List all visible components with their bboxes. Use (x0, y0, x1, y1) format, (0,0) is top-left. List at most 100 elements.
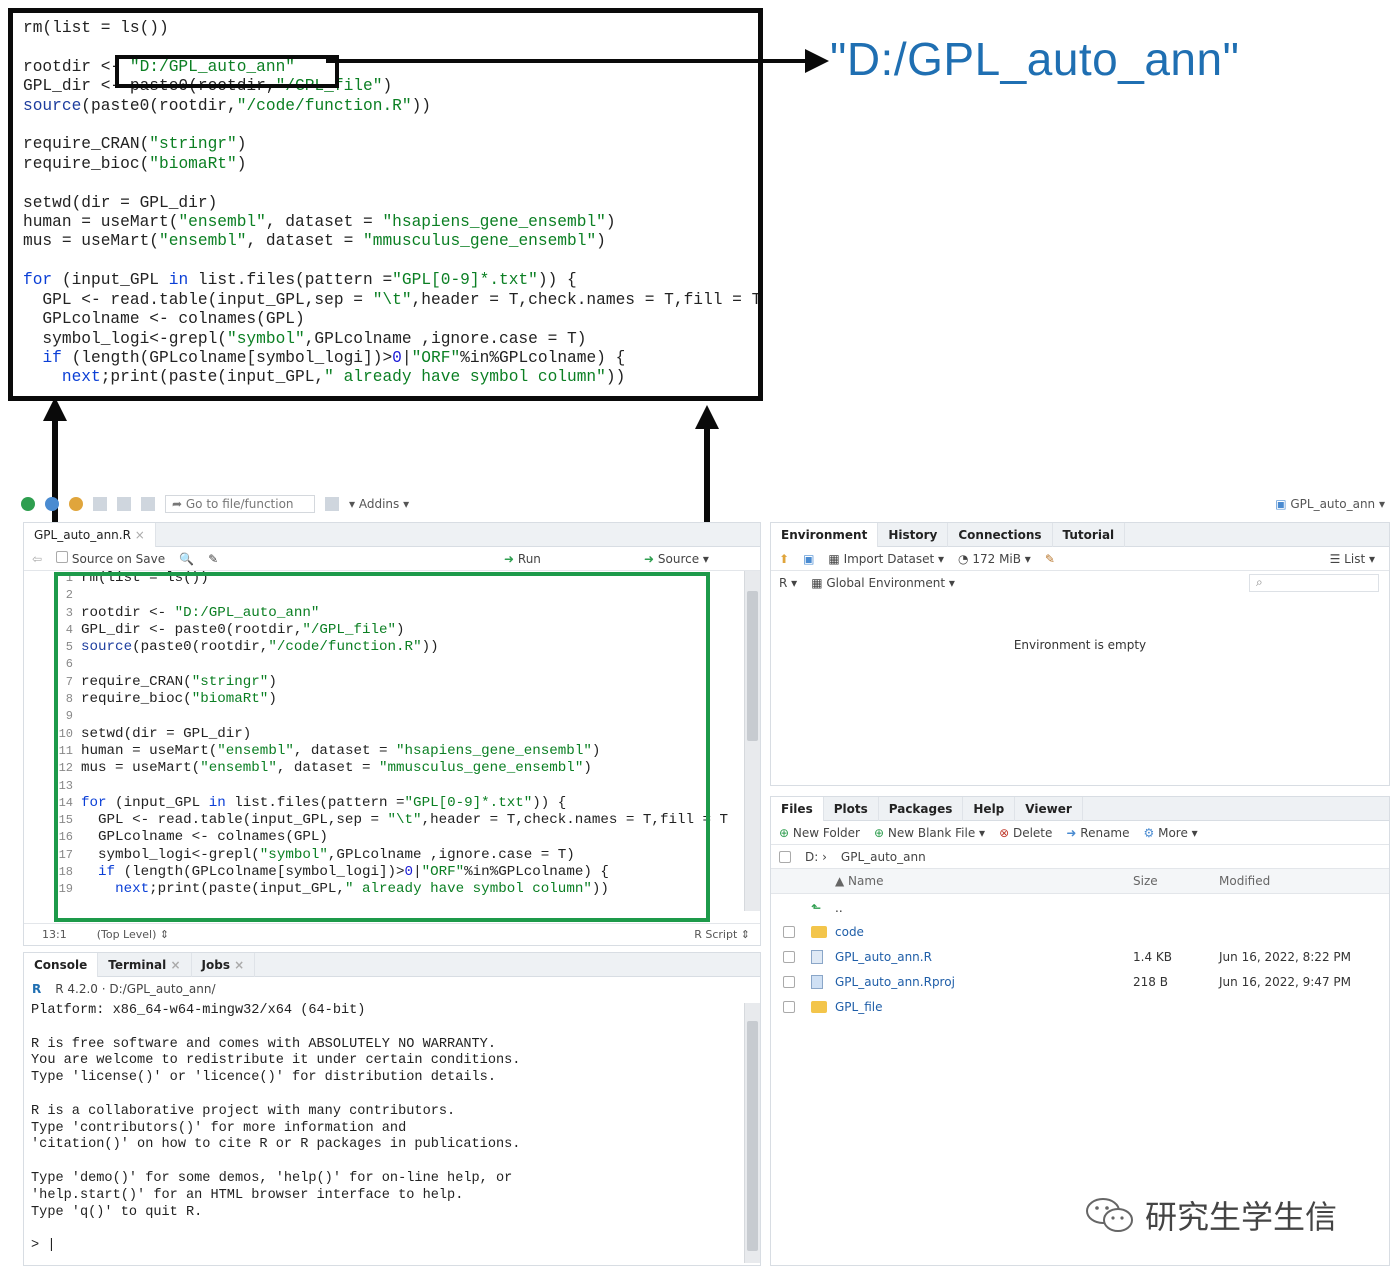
column-name[interactable]: ▲ Name (835, 874, 883, 888)
file-name-link[interactable]: GPL_auto_ann.Rproj (835, 975, 955, 989)
tab-viewer[interactable]: Viewer (1015, 796, 1083, 821)
tab-tutorial[interactable]: Tutorial (1053, 522, 1126, 547)
file-name-link[interactable]: GPL_file (835, 1000, 883, 1014)
console-scroll-thumb[interactable] (747, 1021, 758, 1251)
addins-menu[interactable]: ▾ Addins ▾ (349, 497, 409, 511)
callout-arrow-line (326, 59, 806, 63)
cursor-position: 13:1 (42, 928, 67, 941)
r-file-icon (811, 949, 823, 964)
delete-button[interactable]: ⊗ Delete (999, 826, 1052, 840)
files-tabbar: Files Plots Packages Help Viewer (771, 796, 1389, 821)
file-modified: Jun 16, 2022, 9:47 PM (1219, 974, 1351, 989)
parent-directory-link[interactable]: .. (835, 901, 843, 915)
tab-terminal[interactable]: Terminal × (98, 952, 192, 977)
row-checkbox[interactable] (783, 950, 795, 963)
goto-file-input[interactable]: ➦ Go to file/function (165, 495, 315, 513)
grid-icon[interactable] (325, 497, 339, 511)
rootdir-callout-label: "D:/GPL_auto_ann" (830, 33, 1240, 85)
new-project-icon[interactable] (45, 497, 59, 511)
row-checkbox[interactable] (783, 925, 795, 938)
column-size[interactable]: Size (1133, 874, 1158, 888)
watermark-text: 研究生学生信 (1145, 1198, 1338, 1236)
select-all-checkbox[interactable] (779, 850, 791, 863)
files-breadcrumb: D: › GPL_auto_ann (771, 845, 1389, 869)
save-icon[interactable] (93, 497, 107, 511)
environment-scope-bar: R ▾ ▦ Global Environment ▾ ⌕ (771, 571, 1389, 595)
environment-tabbar: Environment History Connections Tutorial (771, 522, 1389, 547)
more-button[interactable]: ⚙ More ▾ (1144, 826, 1198, 840)
close-icon[interactable]: × (234, 958, 244, 972)
console-scrollbar[interactable] (744, 1003, 760, 1263)
language-selector[interactable]: R ▾ (779, 576, 797, 590)
breadcrumb-folder[interactable]: GPL_auto_ann (841, 850, 926, 864)
callout-arrow-head (805, 49, 829, 73)
code-callout: rm(list = ls()) rootdir <- "D:/GPL_auto_… (8, 8, 763, 401)
rename-button[interactable]: ➜ Rename (1066, 826, 1129, 840)
column-modified[interactable]: Modified (1219, 874, 1270, 888)
scope-selector[interactable]: (Top Level) ⇕ (97, 928, 169, 941)
source-on-save-checkbox[interactable]: Source on Save (56, 551, 165, 566)
tab-packages[interactable]: Packages (879, 796, 964, 821)
editor-scrollbar[interactable] (744, 571, 760, 911)
tab-history[interactable]: History (878, 522, 949, 547)
project-menu[interactable]: ▣ GPL_auto_ann ▾ (1275, 497, 1385, 511)
file-type-selector[interactable]: R Script ⇕ (694, 928, 750, 941)
parent-directory-row[interactable]: ⬑ .. (771, 895, 1389, 920)
file-row[interactable]: GPL_auto_ann.R 1.4 KB Jun 16, 2022, 8:22… (771, 944, 1389, 969)
file-size: 218 B (1133, 974, 1168, 989)
global-environment-selector[interactable]: ▦ Global Environment ▾ (811, 576, 955, 590)
wechat-icon (1086, 1198, 1133, 1232)
new-blank-file-button[interactable]: ⊕ New Blank File ▾ (874, 826, 985, 840)
tab-help[interactable]: Help (963, 796, 1016, 821)
import-dataset-button[interactable]: ▦ Import Dataset ▾ (828, 552, 944, 566)
file-name-link[interactable]: code (835, 925, 864, 939)
editor-statusbar: 13:1 (Top Level) ⇕ R Script ⇕ (24, 923, 760, 945)
tab-environment[interactable]: Environment (771, 522, 879, 547)
run-button[interactable]: ➜ Run (504, 552, 541, 566)
main-toolbar: ➦ Go to file/function ▾ Addins ▾ ▣ GPL_a… (15, 490, 1395, 518)
environment-toolbar: ⬆ ▣ ▦ Import Dataset ▾ ◔ 172 MiB ▾ ✎ ☰ L… (771, 547, 1389, 571)
source-button[interactable]: ➜ Source ▾ (644, 552, 709, 566)
new-file-icon[interactable] (21, 497, 35, 511)
file-row[interactable]: code (771, 919, 1389, 944)
rproj-file-icon (811, 974, 823, 989)
r-logo-icon: R (32, 982, 42, 996)
editor-scroll-thumb[interactable] (747, 591, 758, 741)
search-icon[interactable]: 🔍 (179, 552, 194, 566)
up-arrow-icon: ⬑ (811, 900, 822, 915)
print-icon[interactable] (141, 497, 155, 511)
file-row[interactable]: GPL_file (771, 994, 1389, 1019)
editor-highlight-box (54, 572, 710, 922)
environment-empty-message: Environment is empty (1013, 638, 1147, 652)
open-file-icon[interactable] (69, 497, 83, 511)
close-icon[interactable]: × (135, 528, 145, 542)
new-folder-button[interactable]: ⊕ New Folder (779, 826, 860, 840)
tab-gpl-auto-ann-r[interactable]: GPL_auto_ann.R × (24, 522, 156, 547)
tab-plots[interactable]: Plots (824, 796, 879, 821)
arrow-left-head (43, 397, 67, 421)
console-output[interactable]: Platform: x86_64-w64-mingw32/x64 (64-bit… (31, 1003, 520, 1255)
file-row[interactable]: GPL_auto_ann.Rproj 218 B Jun 16, 2022, 9… (771, 969, 1389, 994)
file-size: 1.4 KB (1133, 949, 1172, 964)
files-toolbar: ⊕ New Folder ⊕ New Blank File ▾ ⊗ Delete… (771, 821, 1389, 845)
row-checkbox[interactable] (783, 1000, 795, 1013)
editor-toolbar: ⇦ Source on Save 🔍 ✎ ➜ Run ➜ Source ▾ (24, 547, 760, 571)
breadcrumb-root[interactable]: D: › (805, 850, 827, 864)
row-checkbox[interactable] (783, 975, 795, 988)
memory-usage[interactable]: ◔ 172 MiB ▾ (958, 552, 1031, 566)
tab-console[interactable]: Console (24, 952, 99, 977)
load-workspace-icon[interactable]: ⬆ (779, 552, 789, 566)
save-all-icon[interactable] (117, 497, 131, 511)
tab-files[interactable]: Files (771, 796, 824, 821)
wand-icon[interactable]: ✎ (208, 552, 218, 566)
close-icon[interactable]: × (170, 958, 180, 972)
watermark: 研究生学生信 (1085, 1192, 1337, 1238)
back-icon[interactable]: ⇦ (32, 552, 42, 566)
save-workspace-icon[interactable]: ▣ (803, 552, 814, 566)
environment-search-input[interactable]: ⌕ (1249, 574, 1379, 592)
tab-connections[interactable]: Connections (948, 522, 1053, 547)
broom-icon[interactable]: ✎ (1045, 552, 1055, 566)
tab-jobs[interactable]: Jobs × (192, 952, 256, 977)
view-mode-selector[interactable]: ☰ List ▾ (1330, 552, 1375, 566)
file-name-link[interactable]: GPL_auto_ann.R (835, 950, 932, 964)
